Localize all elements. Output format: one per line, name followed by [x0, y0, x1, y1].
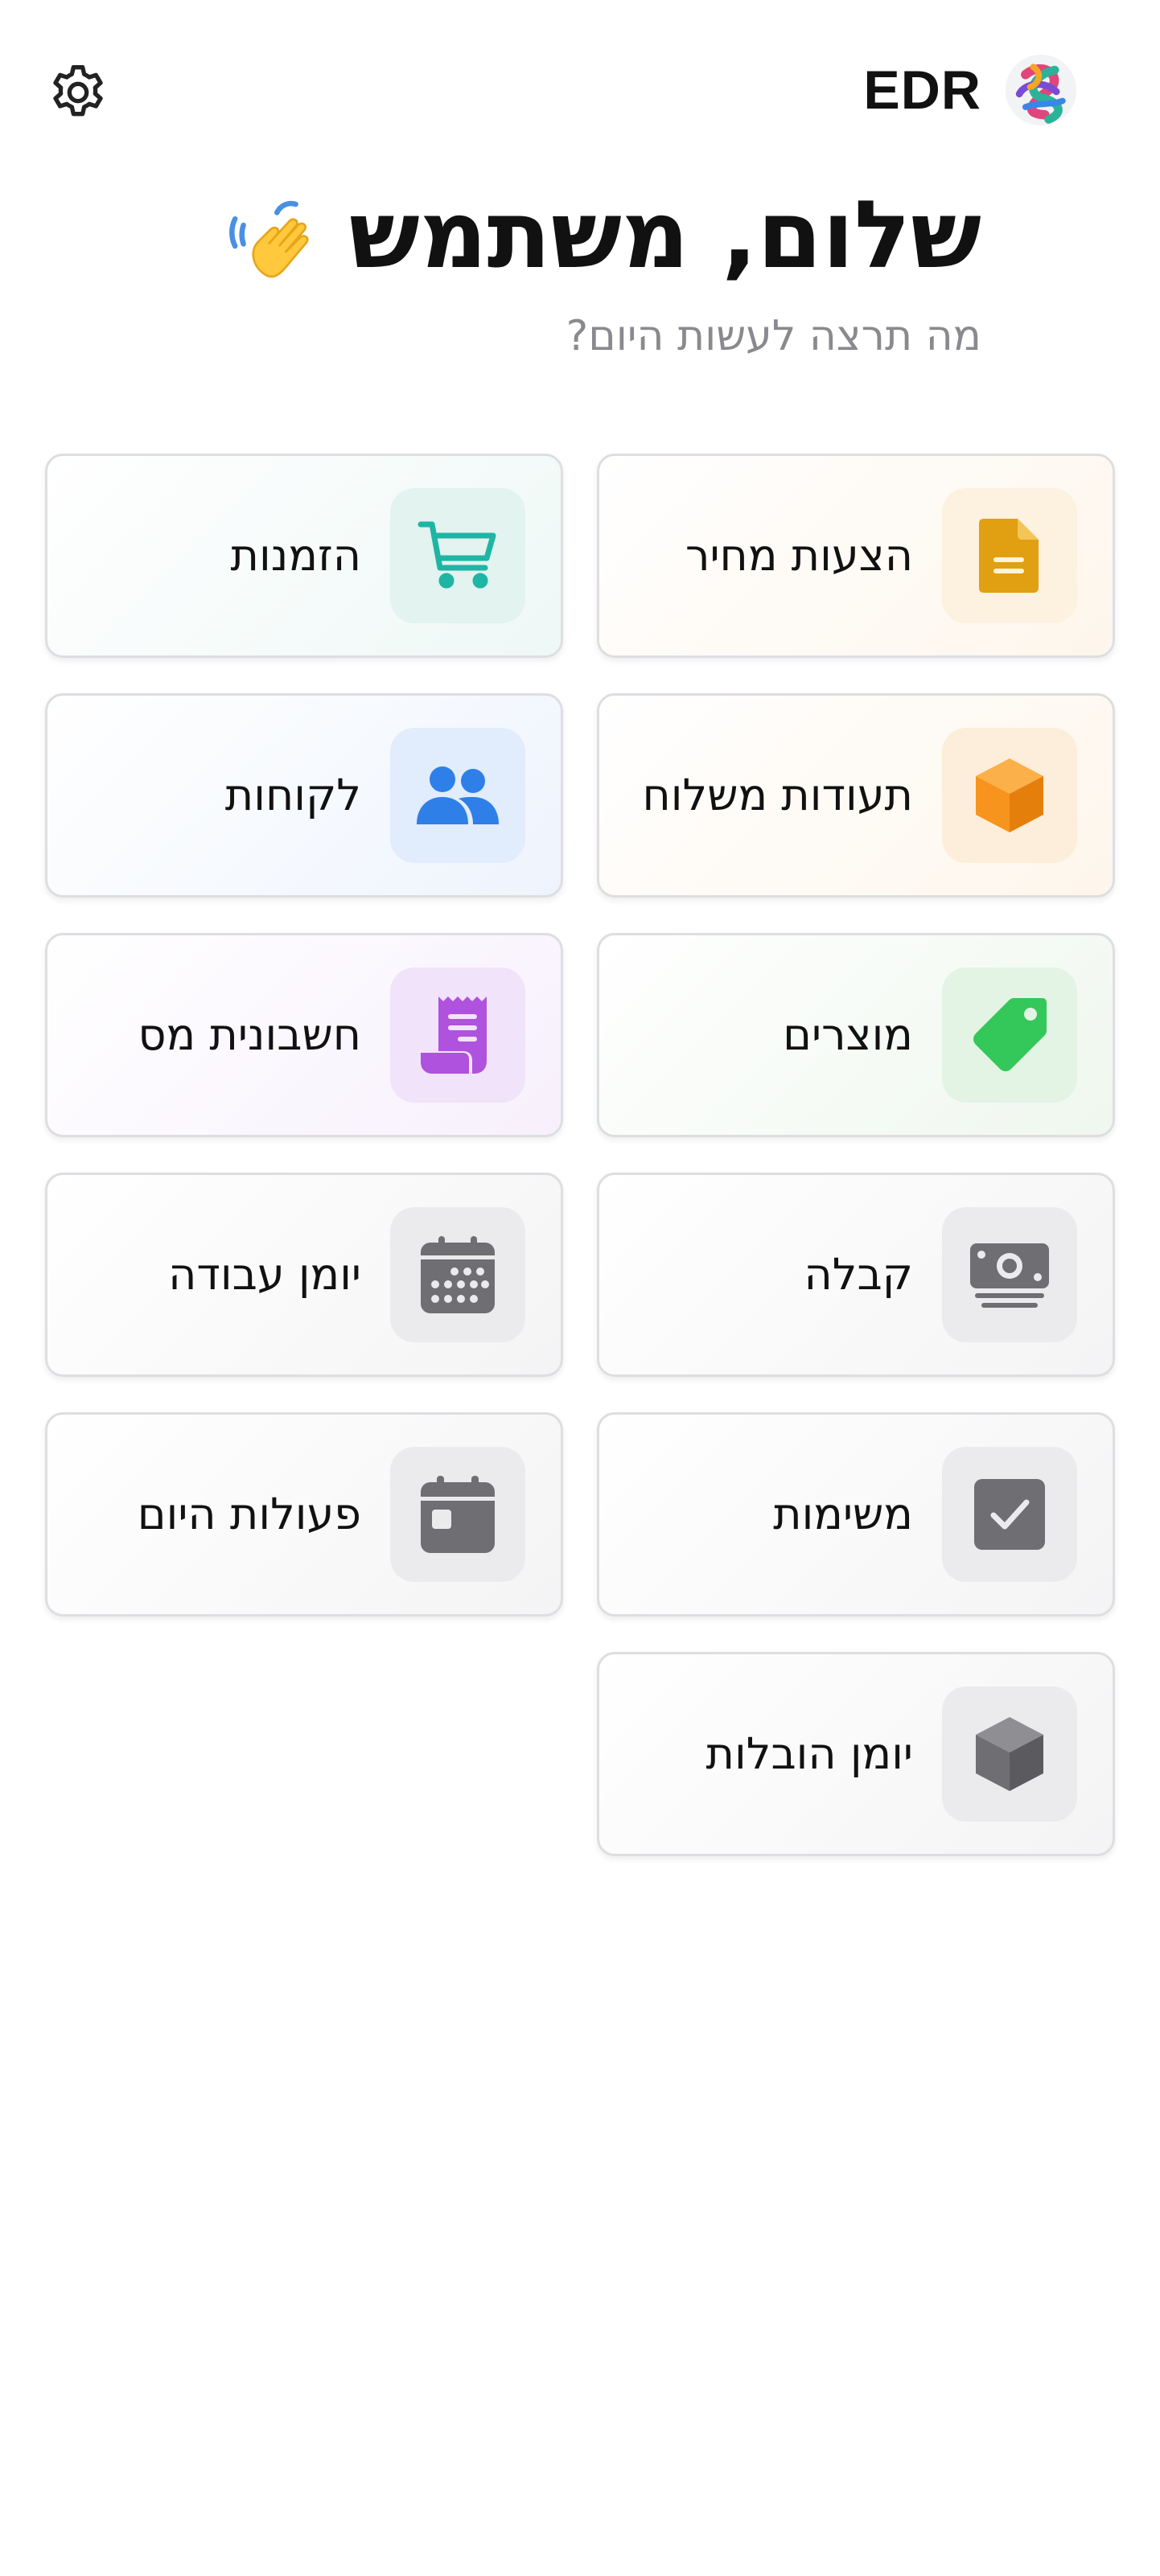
- tile-label: פעולות היום: [137, 1489, 361, 1539]
- tile-label: מוצרים: [783, 1009, 913, 1060]
- cube-icon-box: [942, 1687, 1077, 1822]
- tile-label: הזמנות: [230, 530, 361, 581]
- tile-customers[interactable]: לקוחות: [45, 693, 563, 898]
- brand: EDR: [863, 50, 1080, 130]
- cart-icon-box: [390, 488, 525, 623]
- tile-delivery-diary[interactable]: יומן הובלות: [597, 1652, 1115, 1856]
- tile-label: תעודות משלוח: [642, 770, 913, 820]
- calendar-day-icon: [421, 1476, 495, 1553]
- cube-icon: [976, 1717, 1043, 1791]
- brand-name: EDR: [863, 60, 981, 121]
- tile-label: לקוחות: [224, 770, 361, 820]
- tile-receipt[interactable]: קבלה: [597, 1173, 1115, 1377]
- tag-icon: [973, 998, 1047, 1071]
- calendar-icon-box: [390, 1207, 525, 1342]
- greeting: שלום, משתמש: [220, 175, 981, 296]
- document-icon: [979, 519, 1039, 593]
- tag-icon-box: [942, 968, 1077, 1103]
- box-icon: [976, 758, 1043, 832]
- receipt-icon-box: [390, 968, 525, 1103]
- greeting-title: שלום, משתמש: [348, 181, 981, 290]
- gear-icon: [53, 65, 103, 117]
- tile-tax-invoice[interactable]: חשבונית מס: [45, 933, 563, 1137]
- actions-grid: הצעות מחיר הזמנות תעודות משלוח לקוחות מו…: [45, 454, 1115, 1856]
- tile-label: הצעות מחיר: [685, 530, 913, 581]
- colorful-knot-logo-icon: [1005, 54, 1077, 126]
- users-icon-box: [390, 728, 525, 863]
- calendar-day-icon-box: [390, 1447, 525, 1582]
- users-icon: [417, 766, 499, 824]
- app-header: EDR: [0, 0, 1160, 177]
- receipt-icon: [421, 996, 487, 1074]
- greeting-subtitle: מה תרצה לעשות היום?: [566, 312, 981, 360]
- tile-label: קבלה: [804, 1249, 913, 1300]
- tile-work-diary[interactable]: יומן עבודה: [45, 1173, 563, 1377]
- waving-hand-icon: [228, 200, 309, 278]
- tile-label: יומן הובלות: [705, 1728, 913, 1779]
- banknote-icon: [970, 1243, 1049, 1308]
- calendar-icon: [421, 1236, 495, 1313]
- checkbox-icon-box: [942, 1447, 1077, 1582]
- checkbox-icon: [974, 1479, 1045, 1550]
- settings-button[interactable]: [42, 56, 114, 129]
- tile-label: משימות: [773, 1489, 913, 1539]
- banknote-icon-box: [942, 1207, 1077, 1342]
- tile-delivery-notes[interactable]: תעודות משלוח: [597, 693, 1115, 898]
- tile-label: יומן עבודה: [168, 1249, 361, 1300]
- box-icon-box: [942, 728, 1077, 863]
- tile-products[interactable]: מוצרים: [597, 933, 1115, 1137]
- tile-orders[interactable]: הזמנות: [45, 454, 563, 658]
- cart-icon: [418, 521, 496, 589]
- tile-tasks[interactable]: משימות: [597, 1412, 1115, 1617]
- tile-label: חשבונית מס: [138, 1009, 361, 1060]
- tile-price-quotes[interactable]: הצעות מחיר: [597, 454, 1115, 658]
- document-icon-box: [942, 488, 1077, 623]
- tile-today-actions[interactable]: פעולות היום: [45, 1412, 563, 1617]
